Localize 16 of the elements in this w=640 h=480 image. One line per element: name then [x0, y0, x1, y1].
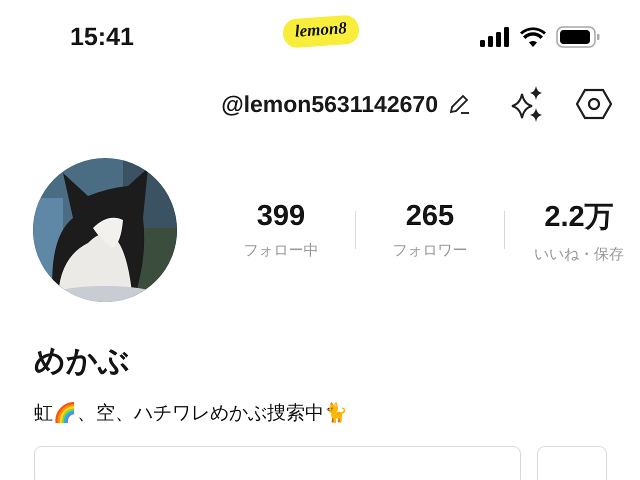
status-time: 15:41 [70, 22, 135, 52]
stat-count[interactable]: 265 [406, 200, 454, 233]
battery-icon [556, 26, 600, 48]
signal-icon [480, 27, 510, 47]
profile-bio: 虹🌈、空、ハチワレめかぶ捜索中🐈 [34, 401, 349, 426]
stat-label: フォロー中 [244, 241, 318, 260]
app-logo: lemon8 [282, 14, 360, 48]
stat-count[interactable]: 399 [256, 200, 306, 233]
wifi-icon [520, 27, 546, 47]
stat-label: いいね・保存 [534, 244, 624, 264]
settings-icon[interactable] [576, 88, 612, 120]
pencil-icon[interactable] [448, 93, 470, 115]
username-handle: @lemon5631142670 [221, 90, 438, 118]
stat-label: フォロワー [392, 241, 468, 260]
stat-count[interactable]: 2.2万 [544, 196, 614, 236]
display-name: めかぶ [34, 342, 131, 381]
